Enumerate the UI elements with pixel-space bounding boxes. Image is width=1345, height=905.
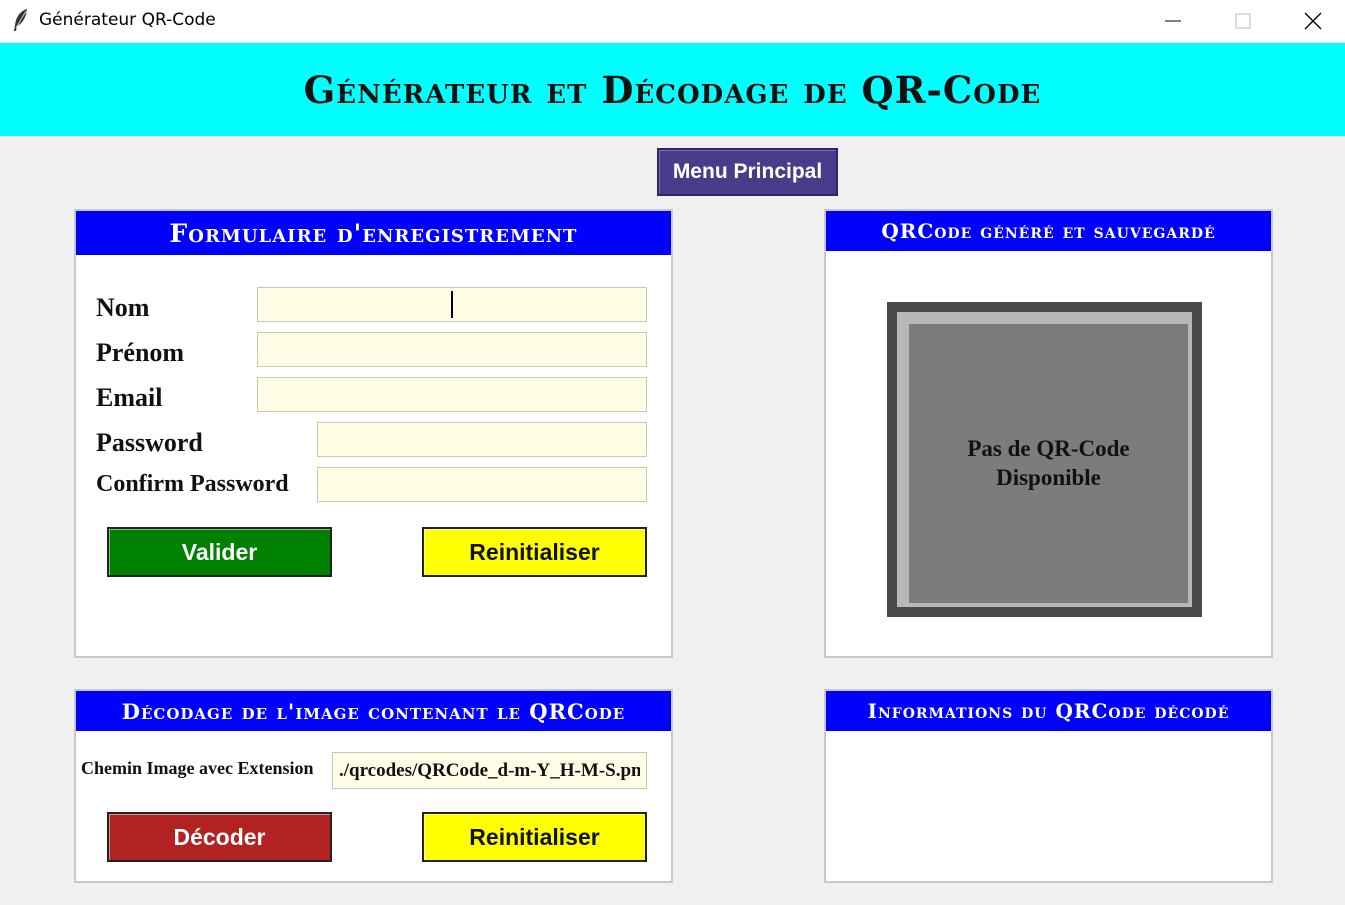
qrcode-image-frame: Pas de QR-Code Disponible (887, 302, 1202, 617)
prenom-input[interactable] (257, 332, 647, 367)
prenom-label: Prénom (96, 338, 185, 367)
registration-form-panel: Formulaire d'enregistrement Nom Prénom E… (74, 209, 673, 658)
minimize-icon (1165, 20, 1181, 22)
feather-icon (14, 9, 27, 31)
nom-label: Nom (96, 293, 150, 322)
close-button[interactable] (1278, 0, 1345, 42)
email-input[interactable] (257, 377, 647, 412)
reset-form-button[interactable]: Reinitialiser (422, 527, 647, 577)
qrcode-panel: QRCode généré et sauvegardé Pas de QR-Co… (824, 209, 1273, 658)
maximize-button[interactable] (1208, 0, 1278, 42)
qrcode-placeholder-line2: Disponible (996, 464, 1101, 490)
reset-decode-button[interactable]: Reinitialiser (422, 812, 647, 862)
decode-button[interactable]: Décoder (107, 812, 332, 862)
validate-button[interactable]: Valider (107, 527, 332, 577)
confirm-password-input[interactable] (317, 467, 647, 502)
password-input[interactable] (317, 422, 647, 457)
decode-panel: Décodage de l'image contenant le QRCode … (74, 689, 673, 883)
registration-form-title: Formulaire d'enregistrement (76, 211, 671, 255)
decoded-info-title: Informations du QRCode décodé (826, 691, 1271, 731)
decoded-info-panel: Informations du QRCode décodé (824, 689, 1273, 883)
password-label: Password (96, 428, 203, 457)
confirm-password-label: Confirm Password (96, 471, 289, 497)
main-menu-button[interactable]: Menu Principal (657, 148, 838, 196)
window-title: Générateur QR-Code (39, 10, 216, 30)
text-cursor (451, 291, 453, 318)
image-path-input[interactable] (332, 752, 647, 789)
minimize-button[interactable] (1138, 0, 1208, 42)
qrcode-placeholder: Pas de QR-Code Disponible (909, 324, 1188, 603)
close-icon (1304, 12, 1322, 30)
page-title: Générateur et Décodage de QR-Code (303, 67, 1042, 112)
window-title-bar[interactable]: Générateur QR-Code (0, 0, 1345, 42)
maximize-icon (1235, 13, 1251, 29)
qrcode-panel-title: QRCode généré et sauvegardé (826, 211, 1271, 251)
image-path-label: Chemin Image avec Extension (81, 758, 314, 778)
decoded-info-content (836, 741, 1261, 871)
decode-panel-title: Décodage de l'image contenant le QRCode (76, 691, 671, 731)
header-banner: Générateur et Décodage de QR-Code (0, 43, 1345, 136)
qrcode-placeholder-line1: Pas de QR-Code (967, 435, 1130, 461)
email-label: Email (96, 383, 163, 412)
